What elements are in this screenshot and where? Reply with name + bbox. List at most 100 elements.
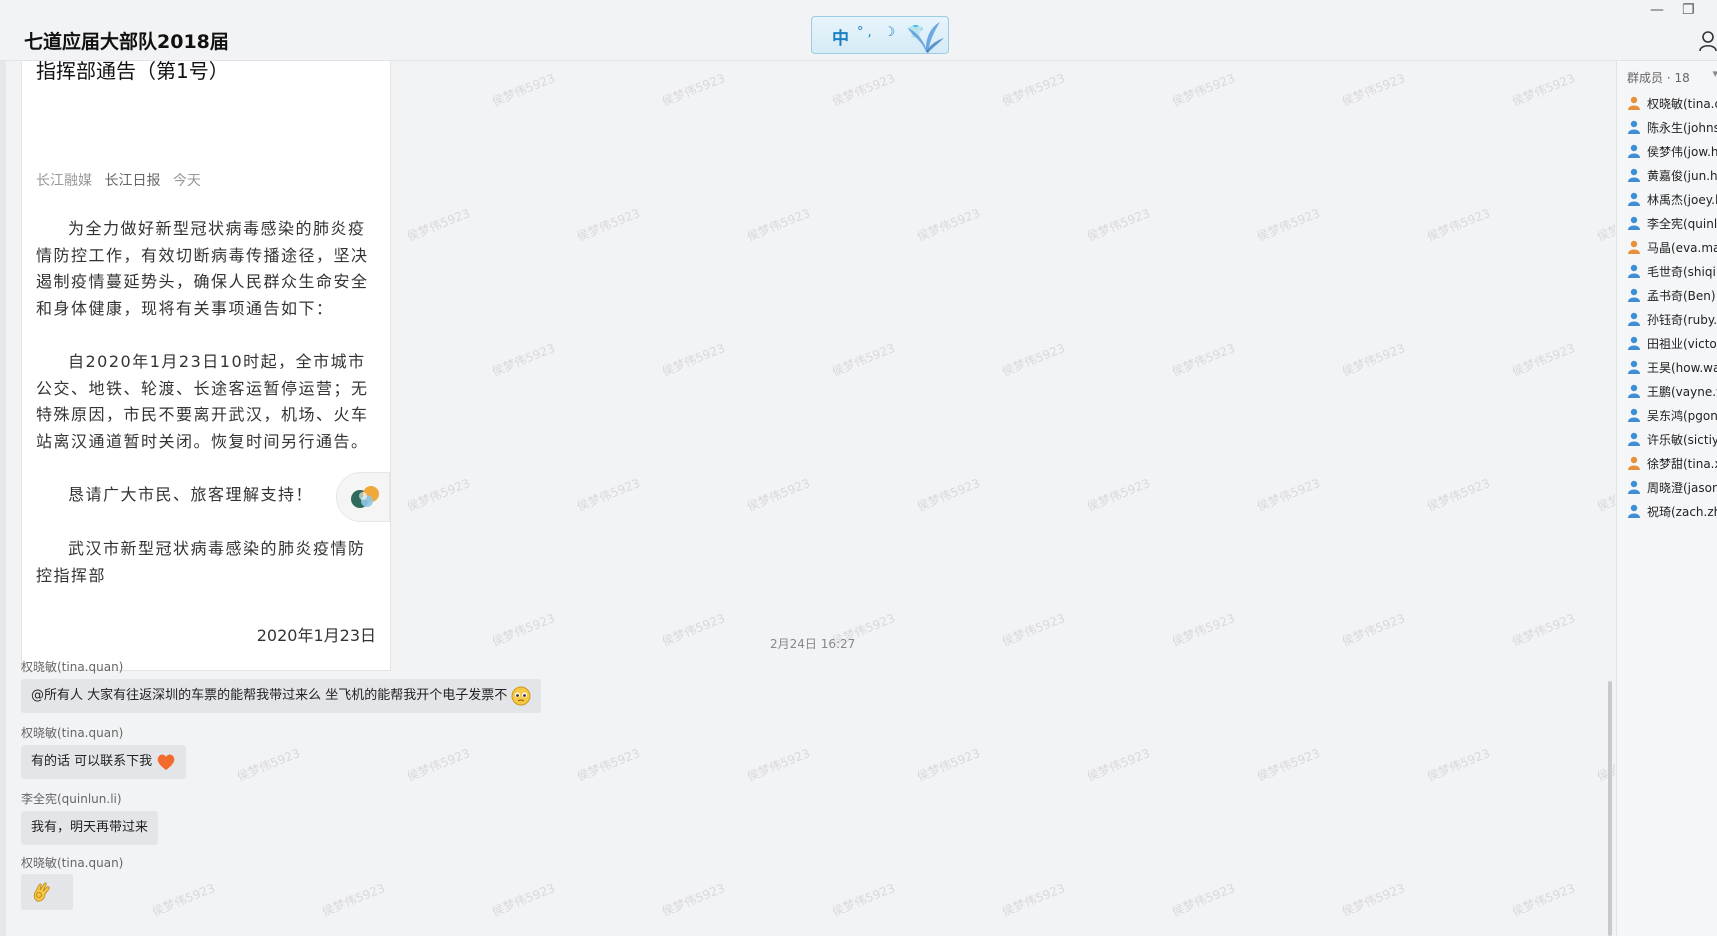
user-icon — [1628, 336, 1640, 350]
left-panel-edge — [0, 61, 6, 936]
vertical-scrollbar[interactable] — [1608, 681, 1612, 936]
watermark-text: 侯梦伟5923 — [1424, 206, 1492, 244]
watermark-text: 侯梦伟5923 — [149, 881, 217, 919]
watermark-text: 侯梦伟5923 — [1424, 746, 1492, 784]
add-member-icon[interactable] — [1699, 30, 1717, 52]
mini-program-button[interactable] — [336, 472, 390, 522]
user-icon — [1628, 312, 1640, 326]
member-item[interactable]: 马晶(eva.ma) — [1627, 237, 1717, 259]
member-item[interactable]: 祝琦(zach.zh — [1627, 501, 1717, 523]
member-item[interactable]: 王昊(how.wa — [1627, 357, 1717, 379]
member-item[interactable]: 王鹏(vayne.w — [1627, 381, 1717, 403]
ime-mode[interactable]: 中 — [832, 24, 849, 49]
user-icon — [1628, 504, 1640, 518]
member-item[interactable]: 林禹杰(joey.l — [1627, 189, 1717, 211]
watermark-text: 侯梦伟5923 — [999, 611, 1067, 649]
watermark-text: 侯梦伟5923 — [1169, 611, 1237, 649]
minimize-button[interactable]: — — [1650, 2, 1664, 18]
watermark-text: 侯梦伟5923 — [1084, 746, 1152, 784]
watermark-text: 侯梦伟5923 — [1509, 611, 1577, 649]
article-source-1: 长江融媒 — [36, 173, 92, 189]
watermark-text: 侯梦伟5923 — [829, 881, 897, 919]
member-item[interactable]: 李全宪(quinl — [1627, 213, 1717, 235]
article-date: 2020年1月23日 — [256, 626, 376, 645]
user-icon — [1628, 144, 1640, 158]
watermark-text: 侯梦伟5923 — [1254, 206, 1322, 244]
article-paragraph-2: 自2020年1月23日10时起，全市城市公交、地铁、轮渡、长途客运暂停运营；无特… — [36, 352, 369, 451]
watermark-text: 侯梦伟5923 — [574, 206, 642, 244]
message-bubble[interactable]: 有的话 可以联系下我 — [21, 745, 187, 779]
watermark-text: 侯梦伟5923 — [489, 611, 557, 649]
watermark-text: 侯梦伟5923 — [574, 746, 642, 784]
user-icon — [1628, 384, 1640, 398]
watermark-text: 侯梦伟5923 — [829, 71, 897, 109]
member-name: 马晶(eva.ma) — [1647, 241, 1717, 255]
message-list[interactable]: 侯梦伟5923 侯梦伟5923 侯梦伟5923 侯梦伟5923 侯梦伟5923 侯梦伟59… — [0, 61, 1615, 936]
watermark-text: 侯梦伟5923 — [404, 746, 472, 784]
member-item[interactable]: 田祖业(victor — [1627, 333, 1717, 355]
member-name: 许乐敏(sictiy. — [1647, 433, 1717, 447]
restore-button[interactable]: ❐ — [1682, 2, 1695, 18]
member-item[interactable]: 侯梦伟(jow.h — [1627, 141, 1717, 163]
member-name: 毛世奇(shiqi. — [1647, 265, 1717, 279]
watermark-text: 侯梦伟5923 — [574, 476, 642, 514]
message-bubble[interactable] — [21, 874, 73, 910]
watermark-text: 侯梦伟5923 — [1339, 341, 1407, 379]
watermark-text: 侯梦伟5923 — [1084, 206, 1152, 244]
user-icon — [1628, 432, 1640, 446]
watermark-text: 侯梦伟5923 — [1169, 881, 1237, 919]
chat-title: 七道应届大部队2018届 — [24, 31, 229, 53]
member-item[interactable]: 周晓澄(jason — [1627, 477, 1717, 499]
article-time: 今天 — [172, 173, 201, 189]
user-icon — [1628, 120, 1640, 134]
member-item[interactable]: 陈永生(johns — [1627, 117, 1717, 139]
watermark-text: 侯梦伟5923 — [489, 71, 557, 109]
watermark-text: 侯梦伟5923 — [999, 341, 1067, 379]
watermark-text: 侯梦伟5923 — [659, 611, 727, 649]
watermark-text: 侯梦伟5923 — [999, 881, 1067, 919]
flower-icon — [908, 22, 944, 53]
member-name: 孙钰奇(ruby. — [1647, 313, 1717, 327]
article-paragraph-1: 为全力做好新型冠状病毒感染的肺炎疫情防控工作，有效切断病毒传播途径，坚决遏制疫情… — [36, 219, 369, 318]
watermark-text: 侯梦伟5923 — [1509, 881, 1577, 919]
user-icon — [1628, 96, 1640, 110]
message-timestamp: 2月24日 16:27 — [770, 637, 856, 651]
article-source-2: 长江日报 — [104, 173, 161, 189]
member-item[interactable]: 权晓敏(tina.q — [1627, 93, 1717, 115]
member-item[interactable]: 孟书奇(Ben) — [1627, 285, 1717, 307]
watermark-text: 侯梦伟5923 — [1254, 476, 1322, 514]
member-item[interactable]: 吴东鸿(pgon — [1627, 405, 1717, 427]
member-item[interactable]: 孙钰奇(ruby. — [1627, 309, 1717, 331]
article-headline: ………………………………………… 指挥部通告（第1号） — [36, 61, 376, 86]
watermark-text: 侯梦伟5923 — [1339, 881, 1407, 919]
member-item[interactable]: 毛世奇(shiqi. — [1627, 261, 1717, 283]
user-icon — [1628, 240, 1640, 254]
watermark-text: 侯梦伟5923 — [489, 341, 557, 379]
ime-toolbar[interactable]: 中 °, ☽ 👕 — [811, 16, 949, 54]
member-name: 陈永生(johns — [1647, 121, 1717, 135]
member-item[interactable]: 徐梦甜(tina.x — [1627, 453, 1717, 475]
watermark-text: 侯梦伟5923 — [744, 206, 812, 244]
message-bubble[interactable]: 我有，明天再带过来 — [21, 811, 159, 845]
mini-program-icon — [351, 486, 379, 508]
watermark-text: 侯梦伟5923 — [999, 71, 1067, 109]
message-text: @所有人 大家有往返深圳的车票的能帮我带过来么 坐飞机的能帮我开个电子发票不 — [31, 688, 508, 703]
member-item[interactable]: 黄嘉俊(jun.hu — [1627, 165, 1717, 187]
member-name: 周晓澄(jason — [1647, 481, 1717, 495]
user-icon — [1628, 456, 1640, 470]
message-bubble[interactable]: @所有人 大家有往返深圳的车票的能帮我带过来么 坐飞机的能帮我开个电子发票不 — [21, 679, 542, 713]
watermark-text: 侯梦伟5923 — [1594, 206, 1615, 244]
member-item[interactable]: 许乐敏(sictiy. — [1627, 429, 1717, 451]
watermark-text: 侯梦伟5923 — [914, 476, 982, 514]
user-icon — [1628, 168, 1640, 182]
user-icon — [1628, 192, 1640, 206]
message-sender: 李全宪(quinlun.li) — [21, 792, 122, 806]
message-sender: 权晓敏(tina.quan) — [21, 660, 124, 674]
watermark-text: 侯梦伟5923 — [659, 341, 727, 379]
watermark-text: 侯梦伟5923 — [659, 71, 727, 109]
article-card[interactable]: ………………………………………… 指挥部通告（第1号） 长江融媒 长江日报 今天… — [21, 61, 391, 671]
member-name: 孟书奇(Ben) — [1647, 289, 1716, 303]
collapse-icon[interactable]: ▾ — [1712, 67, 1717, 80]
pleading-face-emoji — [511, 686, 531, 705]
orange-heart-emoji — [157, 753, 175, 770]
